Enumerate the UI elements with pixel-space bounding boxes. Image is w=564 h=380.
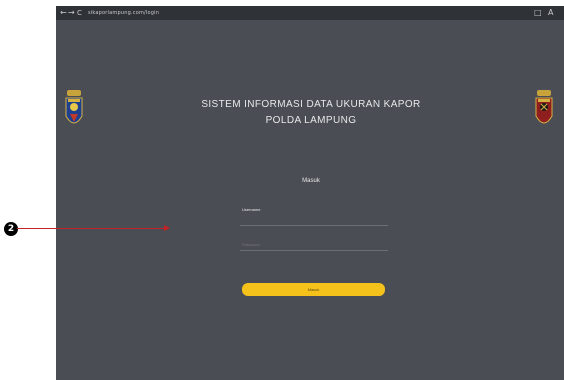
back-icon[interactable]: ← — [60, 8, 67, 18]
annotation-arrow-icon — [164, 225, 170, 231]
forward-icon[interactable]: → — [68, 8, 75, 18]
police-emblem-icon — [534, 90, 554, 134]
annotation-number-badge: 2 — [4, 222, 18, 236]
password-field[interactable] — [240, 239, 388, 251]
browser-toolbar: ← → C sikaporlampung.com/login □ A — [56, 6, 564, 20]
username-label: Username — [242, 207, 261, 212]
polda-lampung-emblem-icon — [64, 90, 84, 134]
annotation-pointer-line — [17, 228, 168, 229]
app-title-line2: POLDA LAMPUNG — [265, 115, 357, 126]
extension-icon[interactable]: □ — [534, 8, 542, 18]
login-button[interactable]: Masuk — [242, 283, 385, 296]
username-field[interactable] — [240, 214, 388, 226]
figure: ← → C sikaporlampung.com/login □ A SISTE… — [0, 0, 564, 380]
profile-icon[interactable]: A — [548, 8, 553, 18]
app-screenshot: ← → C sikaporlampung.com/login □ A SISTE… — [56, 6, 564, 380]
address-bar[interactable]: sikaporlampung.com/login — [88, 8, 159, 18]
app-title-line1: SISTEM INFORMASI DATA UKURAN KAPOR — [201, 99, 421, 110]
reload-icon[interactable]: C — [77, 8, 82, 18]
login-heading: Masuk — [302, 178, 320, 184]
